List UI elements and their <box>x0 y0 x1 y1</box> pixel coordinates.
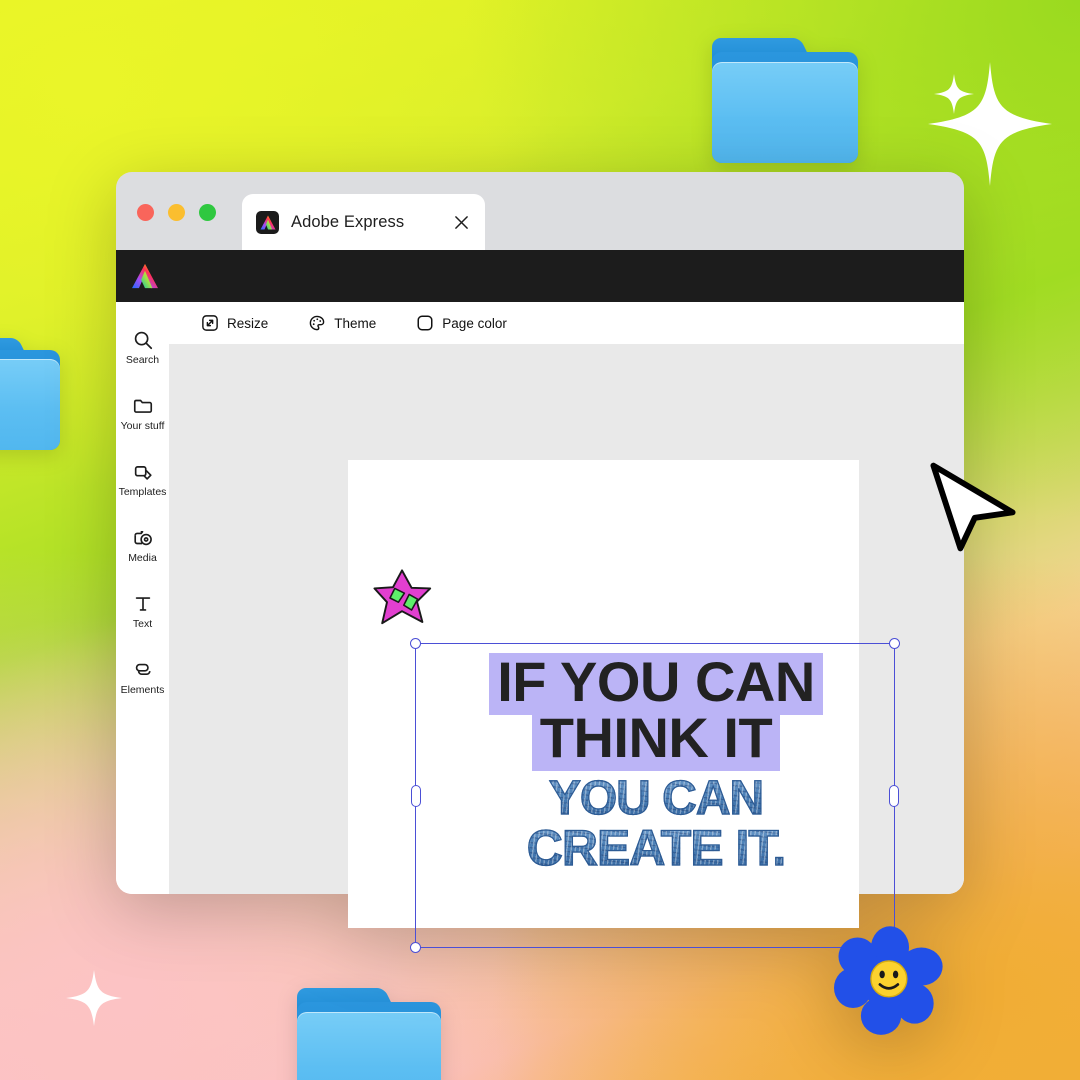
sidebar-item-elements[interactable]: Elements <box>116 644 169 710</box>
sidebar-label: Text <box>132 617 153 630</box>
app-toolbar: Resize Theme Page color <box>169 302 964 344</box>
folder-icon-bottom <box>297 988 441 1080</box>
app-header <box>116 250 964 302</box>
browser-window: Adobe Express Search Your stuff Template… <box>116 172 964 1035</box>
page-color-button[interactable]: Page color <box>416 314 507 332</box>
window-close-button[interactable] <box>137 204 154 221</box>
sidebar-label: Your stuff <box>120 419 165 432</box>
sidebar-item-your-stuff[interactable]: Your stuff <box>116 380 169 446</box>
sidebar-label: Media <box>128 551 157 564</box>
art-text-line-4: CREATE IT. <box>526 819 787 876</box>
media-icon <box>132 527 154 549</box>
sidebar-item-text[interactable]: Text <box>116 578 169 644</box>
canvas-text-artwork[interactable]: IF YOU CAN THINK IT YOU CAN CREATE IT. <box>446 653 866 928</box>
window-maximize-button[interactable] <box>199 204 216 221</box>
templates-icon <box>132 461 154 483</box>
sidebar-label: Search <box>125 353 160 366</box>
sidebar-item-search[interactable]: Search <box>116 314 169 380</box>
sidebar-label: Elements <box>120 683 165 696</box>
elements-icon <box>132 659 154 681</box>
window-minimize-button[interactable] <box>168 204 185 221</box>
tool-label: Theme <box>334 315 377 331</box>
tool-label: Page color <box>442 315 507 331</box>
flower-sticker[interactable] <box>834 924 946 1035</box>
folder-front <box>0 359 60 450</box>
art-text-line-3: YOU CAN <box>548 771 765 825</box>
app-sidebar: Search Your stuff Templates Media Text E… <box>116 302 169 894</box>
folder-icon-top-right <box>712 38 858 163</box>
sidebar-item-templates[interactable]: Templates <box>116 446 169 512</box>
resize-icon <box>201 314 219 332</box>
sparkle-icon-bottom-left <box>66 970 122 1028</box>
art-text-line-2: THINK IT <box>531 708 781 771</box>
close-icon[interactable] <box>451 212 471 232</box>
search-icon <box>132 329 154 351</box>
folder-front <box>712 61 858 163</box>
text-icon <box>132 593 154 615</box>
adobe-express-favicon-icon <box>256 210 279 234</box>
theme-button[interactable]: Theme <box>308 314 376 332</box>
sidebar-item-media[interactable]: Media <box>116 512 169 578</box>
tool-label: Resize <box>227 315 269 331</box>
sparkle-icon-small <box>934 74 974 114</box>
sidebar-label: Templates <box>118 485 167 498</box>
star-sticker[interactable] <box>372 568 432 630</box>
folder-icon-left-edge <box>0 338 60 450</box>
tab-title: Adobe Express <box>291 212 405 231</box>
adobe-express-logo-icon[interactable] <box>131 263 159 289</box>
traffic-lights[interactable] <box>137 204 216 221</box>
resize-button[interactable]: Resize <box>201 314 268 332</box>
window-titlebar: Adobe Express <box>116 172 964 250</box>
palette-icon <box>308 314 326 332</box>
folder-front <box>297 1011 441 1080</box>
mouse-pointer-icon <box>928 462 1018 558</box>
page-color-icon <box>416 314 434 332</box>
browser-tab[interactable]: Adobe Express <box>242 194 485 250</box>
folder-icon <box>132 395 154 417</box>
